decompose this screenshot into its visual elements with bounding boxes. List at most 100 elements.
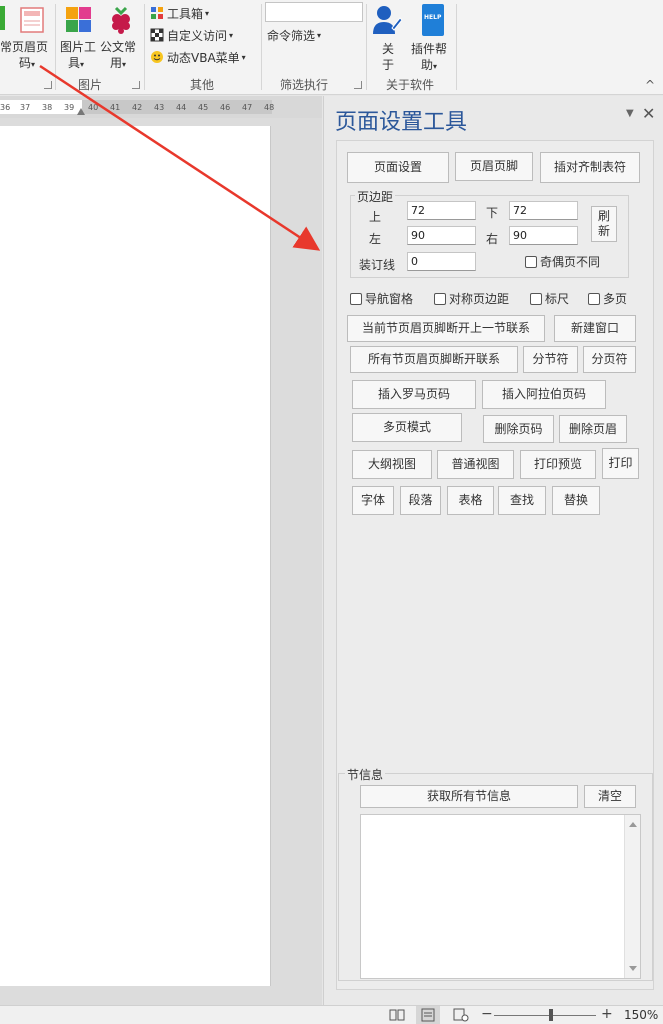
print-preview-button[interactable]: 打印预览 bbox=[520, 450, 596, 479]
nav-pane-label: 导航窗格 bbox=[365, 292, 414, 306]
gutter-label: 装订线 bbox=[359, 258, 396, 272]
user-edit-icon bbox=[373, 6, 402, 34]
zoom-level[interactable]: 150% bbox=[624, 1008, 658, 1022]
header-footer-button[interactable]: 页眉页脚 bbox=[455, 152, 533, 181]
break-all-links-button[interactable]: 所有节页眉页脚断开联系 bbox=[350, 346, 518, 373]
ruler-checkbox[interactable]: 标尺 bbox=[530, 290, 569, 307]
page-setup-button[interactable]: 页面设置 bbox=[347, 152, 449, 183]
read-mode-icon[interactable] bbox=[389, 1008, 405, 1022]
panel-body: 页面设置 页眉页脚 插对齐制表符 页边距 上 72 下 72 左 90 右 90… bbox=[336, 140, 654, 990]
header-page-number-button[interactable]: 页眉页 码▾ bbox=[12, 4, 52, 74]
paragraph-button[interactable]: 段落 bbox=[400, 486, 441, 515]
panel-title: 页面设置工具 bbox=[335, 110, 468, 135]
command-filter-input[interactable] bbox=[265, 2, 363, 22]
partial-app-icon[interactable] bbox=[0, 6, 5, 30]
collapse-ribbon-icon[interactable]: ^ bbox=[645, 78, 655, 92]
replace-button[interactable]: 替换 bbox=[552, 486, 600, 515]
plugin-help-line2: 助 bbox=[421, 58, 434, 72]
scrollbar-track[interactable] bbox=[624, 815, 640, 978]
delete-header-button[interactable]: 删除页眉 bbox=[559, 415, 627, 443]
status-bar: − + 150% bbox=[0, 1005, 663, 1024]
document-area[interactable] bbox=[0, 118, 322, 1005]
custom-access-button[interactable]: 自定义访问 ▾ bbox=[150, 26, 233, 44]
section-break-button[interactable]: 分节符 bbox=[523, 346, 578, 373]
toolbox-button[interactable]: 工具箱 ▾ bbox=[150, 4, 209, 22]
outline-view-button[interactable]: 大纲视图 bbox=[352, 450, 432, 479]
header-page-line2: 码 bbox=[19, 56, 32, 70]
insert-roman-button[interactable]: 插入罗马页码 bbox=[352, 380, 476, 409]
print-layout-icon[interactable] bbox=[416, 1006, 440, 1024]
right-margin-label: 右 bbox=[486, 232, 499, 246]
right-margin-input[interactable]: 90 bbox=[509, 226, 578, 245]
multi-page-mode-button[interactable]: 多页模式 bbox=[352, 413, 462, 442]
mirror-margins-checkbox[interactable]: 对称页边距 bbox=[434, 290, 509, 307]
section-info-textarea[interactable] bbox=[360, 814, 641, 979]
group-label-image: 图片 bbox=[78, 78, 103, 92]
ruler-number: 38 bbox=[42, 103, 53, 112]
zoom-out-button[interactable]: − bbox=[481, 1006, 493, 1022]
get-all-section-info-button[interactable]: 获取所有节信息 bbox=[360, 785, 578, 808]
dialog-launcher-icon[interactable] bbox=[44, 81, 52, 89]
page-setup-panel: 页面设置工具 ▼ ✕ 页面设置 页眉页脚 插对齐制表符 页边距 上 72 下 7… bbox=[323, 96, 663, 1005]
dropdown-arrow-icon: ▾ bbox=[80, 60, 85, 69]
help-badge-text: HELP bbox=[424, 14, 442, 21]
dialog-launcher-icon[interactable] bbox=[132, 81, 140, 89]
zoom-slider-track[interactable] bbox=[494, 1015, 596, 1016]
plugin-help-button[interactable]: HELP 插件帮 助▾ bbox=[408, 4, 454, 74]
multipage-label: 多页 bbox=[603, 292, 628, 306]
section-info-legend: 节信息 bbox=[345, 766, 386, 783]
multipage-checkbox[interactable]: 多页 bbox=[588, 290, 627, 307]
partial-button-label[interactable]: 常 bbox=[0, 40, 12, 55]
nav-pane-checkbox[interactable]: 导航窗格 bbox=[350, 290, 413, 307]
page-break-button[interactable]: 分页符 bbox=[583, 346, 636, 373]
normal-view-button[interactable]: 普通视图 bbox=[437, 450, 514, 479]
checker-icon bbox=[150, 28, 164, 42]
panel-menu-icon[interactable]: ▼ bbox=[626, 108, 634, 119]
odd-even-checkbox[interactable]: 奇偶页不同 bbox=[525, 253, 600, 270]
new-window-button[interactable]: 新建窗口 bbox=[554, 315, 636, 342]
left-margin-input[interactable]: 90 bbox=[407, 226, 476, 245]
font-button[interactable]: 字体 bbox=[352, 486, 394, 515]
break-prev-link-button[interactable]: 当前节页眉页脚断开上一节联系 bbox=[347, 315, 545, 342]
zoom-slider-thumb[interactable] bbox=[549, 1009, 553, 1021]
refresh-button[interactable]: 刷 新 bbox=[591, 206, 617, 242]
clear-button[interactable]: 清空 bbox=[584, 785, 636, 808]
about-button[interactable]: 关 于 bbox=[370, 4, 406, 74]
zoom-in-button[interactable]: + bbox=[601, 1006, 613, 1022]
bottom-margin-input[interactable]: 72 bbox=[509, 201, 578, 220]
top-margin-input[interactable]: 72 bbox=[407, 201, 476, 220]
indent-marker-icon[interactable] bbox=[77, 108, 85, 115]
gutter-input[interactable]: 0 bbox=[407, 252, 476, 271]
scroll-up-icon[interactable] bbox=[629, 822, 637, 827]
image-tools-button[interactable]: 图片工 具▾ bbox=[58, 4, 100, 74]
insert-tab-button[interactable]: 插对齐制表符 bbox=[540, 152, 640, 183]
command-filter-dropdown[interactable]: 命令筛选 ▾ bbox=[267, 27, 321, 44]
horizontal-ruler[interactable]: 36 37 38 39 40 41 42 43 44 45 46 47 48 bbox=[0, 96, 322, 118]
dynamic-vba-button[interactable]: 动态VBA菜单 ▾ bbox=[150, 48, 246, 66]
close-icon[interactable]: ✕ bbox=[642, 104, 655, 123]
margins-legend: 页边距 bbox=[355, 188, 396, 205]
group-label-other: 其他 bbox=[190, 78, 215, 92]
refresh-line1: 刷 bbox=[597, 209, 610, 223]
dropdown-arrow-icon: ▾ bbox=[31, 60, 36, 69]
table-button[interactable]: 表格 bbox=[447, 486, 494, 515]
toolbox-label: 工具箱 bbox=[167, 6, 204, 21]
checkbox-box bbox=[434, 292, 446, 305]
official-line2: 用 bbox=[110, 56, 123, 70]
web-layout-icon[interactable] bbox=[453, 1008, 469, 1022]
find-button[interactable]: 查找 bbox=[498, 486, 546, 515]
odd-even-label: 奇偶页不同 bbox=[540, 255, 601, 269]
print-button[interactable]: 打印 bbox=[602, 448, 639, 479]
custom-access-label: 自定义访问 bbox=[167, 28, 228, 43]
insert-arabic-button[interactable]: 插入阿拉伯页码 bbox=[482, 380, 606, 409]
group-label-about: 关于软件 bbox=[386, 78, 435, 92]
ruler-number: 47 bbox=[242, 103, 253, 112]
delete-page-number-button[interactable]: 删除页码 bbox=[483, 415, 554, 443]
ruler-number: 45 bbox=[198, 103, 209, 112]
dropdown-arrow-icon: ▾ bbox=[433, 62, 438, 71]
scroll-down-icon[interactable] bbox=[629, 966, 637, 971]
document-page[interactable] bbox=[0, 126, 271, 986]
ruler-number: 36 bbox=[0, 103, 11, 112]
official-doc-button[interactable]: 公文常 用▾ bbox=[100, 4, 142, 74]
dialog-launcher-icon[interactable] bbox=[354, 81, 362, 89]
